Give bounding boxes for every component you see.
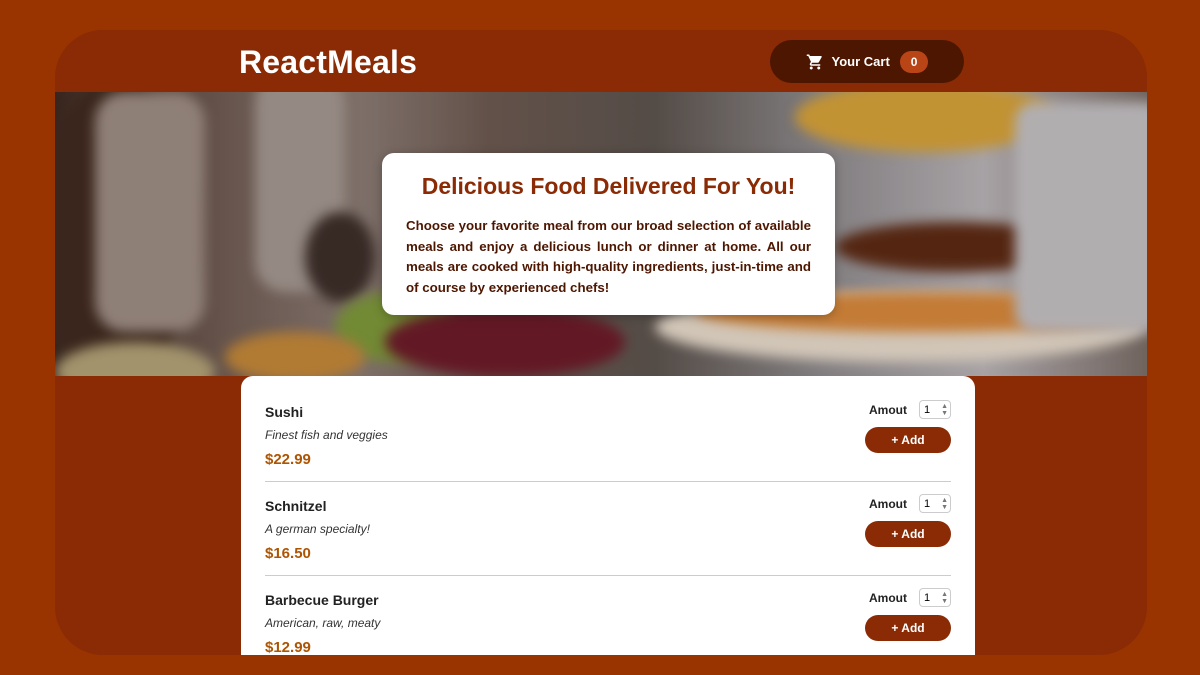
amount-input[interactable]: 1 ▲ ▼ [919, 588, 951, 607]
intro-title: Delicious Food Delivered For You! [421, 173, 796, 199]
amount-label: Amout [869, 402, 907, 417]
meal-item: Schnitzel A german specialty! $16.50 Amo… [265, 482, 951, 576]
cart-label: Your Cart [831, 54, 890, 69]
amount-row: Amout 1 ▲ ▼ [869, 400, 951, 419]
meal-name: Schnitzel [265, 498, 327, 514]
add-to-cart-button[interactable]: + Add [865, 521, 951, 547]
add-to-cart-button[interactable]: + Add [865, 615, 951, 641]
amount-value: 1 [924, 403, 931, 416]
spinner-icon[interactable]: ▲ ▼ [941, 403, 948, 417]
amount-label: Amout [869, 496, 907, 511]
amount-value: 1 [924, 591, 931, 604]
amount-label: Amout [869, 590, 907, 605]
header: ReactMeals Your Cart 0 [55, 30, 1147, 92]
amount-row: Amout 1 ▲ ▼ [869, 588, 951, 607]
app-logo: ReactMeals [239, 44, 418, 80]
meal-description: Finest fish and veggies [265, 428, 388, 442]
cart-button[interactable]: Your Cart 0 [770, 40, 964, 83]
amount-input[interactable]: 1 ▲ ▼ [919, 400, 951, 419]
amount-value: 1 [924, 497, 931, 510]
cart-count-badge: 0 [899, 50, 929, 73]
meal-name: Sushi [265, 404, 304, 420]
spinner-icon[interactable]: ▲ ▼ [941, 591, 948, 605]
meal-name: Barbecue Burger [265, 592, 379, 608]
meals-list: Sushi Finest fish and veggies $22.99 Amo… [241, 376, 975, 655]
intro-card: Delicious Food Delivered For You! Choose… [382, 153, 835, 315]
meal-price: $16.50 [265, 545, 311, 562]
intro-text: Choose your favorite meal from our broad… [406, 218, 811, 295]
amount-input[interactable]: 1 ▲ ▼ [919, 494, 951, 513]
meal-item: Sushi Finest fish and veggies $22.99 Amo… [265, 376, 951, 482]
meal-item: Barbecue Burger American, raw, meaty $12… [265, 576, 951, 655]
meal-description: American, raw, meaty [265, 616, 381, 630]
meal-price: $12.99 [265, 639, 311, 655]
app-frame: ReactMeals Your Cart 0 Delicious Food De… [55, 30, 1147, 655]
meal-price: $22.99 [265, 451, 311, 468]
spinner-icon[interactable]: ▲ ▼ [941, 497, 948, 511]
meal-description: A german specialty! [265, 522, 370, 536]
shopping-cart-icon [806, 53, 824, 71]
amount-row: Amout 1 ▲ ▼ [869, 494, 951, 513]
add-to-cart-button[interactable]: + Add [865, 427, 951, 453]
